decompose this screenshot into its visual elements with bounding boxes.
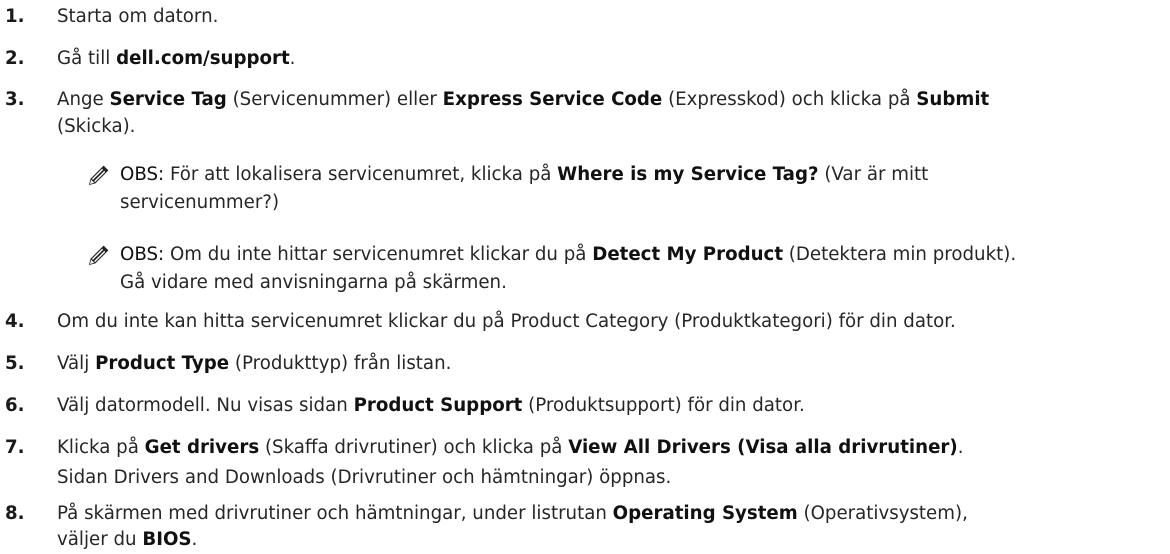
bold-term: dell.com/support xyxy=(116,48,290,69)
step-number: 4. xyxy=(5,311,25,332)
step-text-continued: (Skicka). xyxy=(57,116,136,137)
text-run: På skärmen med drivrutiner och hämtninga… xyxy=(57,503,613,524)
note-2: OBS: Om du inte hittar servicenumret kli… xyxy=(0,240,1170,300)
bold-term: Submit xyxy=(916,89,990,110)
step-number: 2. xyxy=(5,48,25,69)
step-number: 3. xyxy=(5,89,25,110)
note-pencil-icon xyxy=(89,245,109,265)
step-text-continued: väljer du BIOS. xyxy=(57,526,197,554)
bold-term: Product Support xyxy=(353,395,523,416)
text-run: (Servicenummer) eller xyxy=(226,89,443,110)
text-run: (Detektera min produkt). xyxy=(783,244,1017,265)
text-run: (Produktsupport) för din dator. xyxy=(522,395,805,416)
text-run: väljer du xyxy=(57,529,143,550)
step-3: 3. Ange Service Tag (Servicenummer) elle… xyxy=(0,86,1170,146)
step-7: 7. Klicka på Get drivers (Skaffa drivrut… xyxy=(0,434,1170,494)
text-run: För att lokalisera servicenumret, klicka… xyxy=(164,164,558,185)
bold-term: Express Service Code xyxy=(442,89,663,110)
step-text-continued: Sidan Drivers and Downloads (Drivrutiner… xyxy=(57,467,672,488)
step-8: 8. På skärmen med drivrutiner och hämtni… xyxy=(0,500,1170,550)
note-1: OBS: För att lokalisera servicenumret, k… xyxy=(0,160,1170,220)
step-number: 1. xyxy=(5,6,25,27)
text-run: Gå till xyxy=(57,48,117,69)
step-text: Ange Service Tag (Servicenummer) eller E… xyxy=(57,86,989,114)
text-run: Om du inte kan hitta servicenumret klick… xyxy=(57,311,956,332)
bold-term: BIOS xyxy=(142,529,192,550)
text-run: Ange xyxy=(57,89,110,110)
step-number: 6. xyxy=(5,395,25,416)
note-text-continued: Gå vidare med anvisningarna på skärmen. xyxy=(120,272,507,293)
step-text: Välj datormodell. Nu visas sidan Product… xyxy=(57,392,805,420)
bold-term: Service Tag xyxy=(109,89,227,110)
text-run: Starta om datorn. xyxy=(57,6,219,27)
text-run: . xyxy=(191,529,198,550)
text-run: . xyxy=(957,437,964,458)
text-run: (Operativsystem), xyxy=(797,503,968,524)
bold-term: Operating System xyxy=(612,503,798,524)
text-run: (Skaffa drivrutiner) och klicka på xyxy=(259,437,569,458)
text-run: Om du inte hittar servicenumret klickar … xyxy=(164,244,593,265)
step-text: Klicka på Get drivers (Skaffa drivrutine… xyxy=(57,434,964,462)
text-run: Klicka på xyxy=(57,437,145,458)
note-text-continued: servicenummer?) xyxy=(120,192,280,213)
step-text: På skärmen med drivrutiner och hämtninga… xyxy=(57,500,968,528)
bold-term: View All Drivers (Visa alla drivrutiner) xyxy=(568,437,958,458)
note-label: OBS: xyxy=(120,244,165,265)
text-run: (Var är mitt xyxy=(818,164,929,185)
bold-term: Where is my Service Tag? xyxy=(557,164,819,185)
note-text: OBS: För att lokalisera servicenumret, k… xyxy=(120,160,928,190)
note-pencil-icon xyxy=(89,165,109,185)
text-run: (Produkttyp) från listan. xyxy=(229,353,452,374)
text-run: . xyxy=(289,48,296,69)
step-number: 7. xyxy=(5,437,25,458)
text-run: (Expresskod) och klicka på xyxy=(662,89,917,110)
step-text: Starta om datorn. xyxy=(57,3,218,31)
note-label: OBS: xyxy=(120,164,165,185)
step-number: 5. xyxy=(5,353,25,374)
note-text: OBS: Om du inte hittar servicenumret kli… xyxy=(120,240,1016,270)
step-number: 8. xyxy=(5,503,25,524)
bold-term: Get drivers xyxy=(144,437,260,458)
note-body: Om du inte hittar servicenumret klickar … xyxy=(164,244,1016,265)
bold-term: Product Type xyxy=(95,353,230,374)
bold-term: Detect My Product xyxy=(592,244,784,265)
step-text: Om du inte kan hitta servicenumret klick… xyxy=(57,308,956,336)
step-text: Gå till dell.com/support. xyxy=(57,45,295,73)
text-run: Välj xyxy=(57,353,96,374)
note-body: För att lokalisera servicenumret, klicka… xyxy=(164,164,928,185)
text-run: Välj datormodell. Nu visas sidan xyxy=(57,395,354,416)
step-text: Välj Product Type (Produkttyp) från list… xyxy=(57,350,451,378)
